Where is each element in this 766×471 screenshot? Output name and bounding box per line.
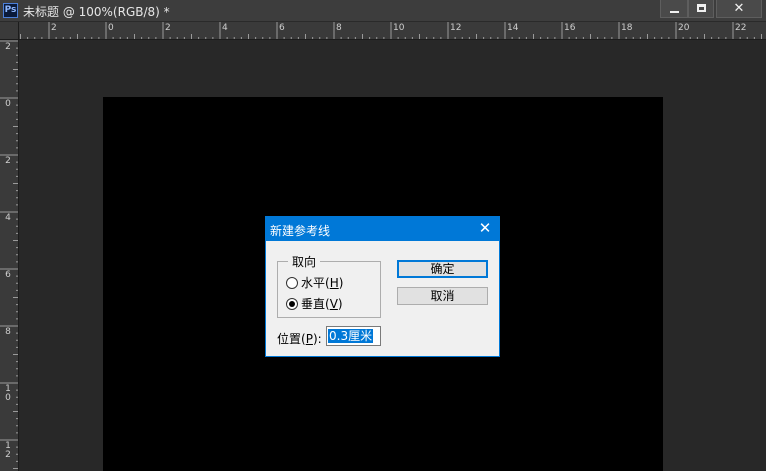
minimize-button[interactable] bbox=[660, 0, 688, 18]
radio-vertical[interactable]: 垂直(V) bbox=[286, 295, 343, 312]
position-input[interactable]: 0.3厘米 bbox=[326, 326, 381, 346]
position-label-suffix: ): bbox=[312, 332, 322, 346]
radio-vertical-suffix: ) bbox=[337, 297, 343, 311]
radio-horizontal-circle[interactable] bbox=[286, 277, 298, 289]
horizontal-ruler-label: 10 bbox=[393, 23, 405, 33]
maximize-icon bbox=[697, 4, 706, 12]
radio-horizontal-label: 水平( bbox=[301, 276, 330, 290]
horizontal-ruler-label: 12 bbox=[450, 23, 462, 33]
new-guide-dialog: 新建参考线 ✕ 取向 水平(H) 垂直(V) 确定 取消 位置(P): 0.3厘… bbox=[265, 216, 500, 357]
horizontal-ruler-label: 6 bbox=[279, 23, 285, 33]
horizontal-ruler-label: 2 bbox=[51, 23, 57, 33]
position-label: 位置(P): bbox=[277, 330, 322, 347]
radio-vertical-circle[interactable] bbox=[286, 298, 298, 310]
cancel-button[interactable]: 取消 bbox=[397, 287, 488, 305]
horizontal-ruler-label: 20 bbox=[678, 23, 690, 33]
horizontal-ruler-label: 18 bbox=[621, 23, 633, 33]
horizontal-ruler-label: 8 bbox=[336, 23, 342, 33]
dialog-titlebar[interactable]: 新建参考线 ✕ bbox=[266, 217, 499, 241]
dialog-close-button[interactable]: ✕ bbox=[477, 219, 493, 237]
window-close-button[interactable]: ✕ bbox=[716, 0, 762, 18]
horizontal-ruler[interactable]: 2 0 2 4 6 8 10 12 14 16 18 20 22 bbox=[19, 22, 766, 40]
vertical-ruler-label: 6 bbox=[5, 270, 11, 280]
position-hotkey: P bbox=[305, 332, 313, 346]
horizontal-ruler-label: 14 bbox=[507, 23, 519, 33]
radio-vertical-label: 垂直( bbox=[301, 297, 330, 311]
horizontal-ruler-label: 0 bbox=[108, 23, 114, 33]
position-label-text: 位置( bbox=[277, 332, 306, 346]
horizontal-ruler-label: 16 bbox=[564, 23, 576, 33]
vertical-ruler-label: 8 bbox=[5, 327, 11, 337]
vertical-ruler-label: 2 bbox=[5, 156, 11, 166]
vertical-ruler-label: 12 bbox=[5, 441, 11, 460]
vertical-ruler-label: 4 bbox=[5, 213, 11, 223]
ruler-origin-corner[interactable] bbox=[0, 22, 19, 40]
radio-horizontal-hotkey: H bbox=[329, 276, 339, 290]
radio-vertical-hotkey: V bbox=[329, 297, 338, 311]
radio-horizontal[interactable]: 水平(H) bbox=[286, 274, 343, 291]
radio-horizontal-suffix: ) bbox=[338, 276, 344, 290]
close-icon: ✕ bbox=[733, 1, 745, 16]
horizontal-ruler-label: 4 bbox=[222, 23, 228, 33]
photoshop-app-icon: Ps bbox=[3, 3, 18, 18]
window-titlebar[interactable]: Ps 未标题 @ 100%(RGB/8) * ✕ bbox=[0, 0, 766, 22]
maximize-button[interactable] bbox=[688, 0, 714, 18]
orientation-group-label: 取向 bbox=[288, 253, 321, 270]
vertical-ruler[interactable]: 2 0 2 4 6 8 10 12 bbox=[0, 40, 19, 471]
vertical-ruler-label: 10 bbox=[5, 384, 11, 403]
vertical-ruler-label: 0 bbox=[5, 99, 11, 109]
ok-button[interactable]: 确定 bbox=[397, 260, 488, 278]
vertical-ruler-label: 2 bbox=[5, 42, 11, 52]
dialog-title: 新建参考线 bbox=[270, 224, 331, 238]
horizontal-ruler-label: 22 bbox=[735, 23, 747, 33]
position-input-value[interactable]: 0.3厘米 bbox=[328, 329, 374, 343]
minimize-icon bbox=[670, 11, 679, 13]
horizontal-ruler-label: 2 bbox=[165, 23, 171, 33]
document-title: 未标题 @ 100%(RGB/8) * bbox=[23, 5, 170, 19]
